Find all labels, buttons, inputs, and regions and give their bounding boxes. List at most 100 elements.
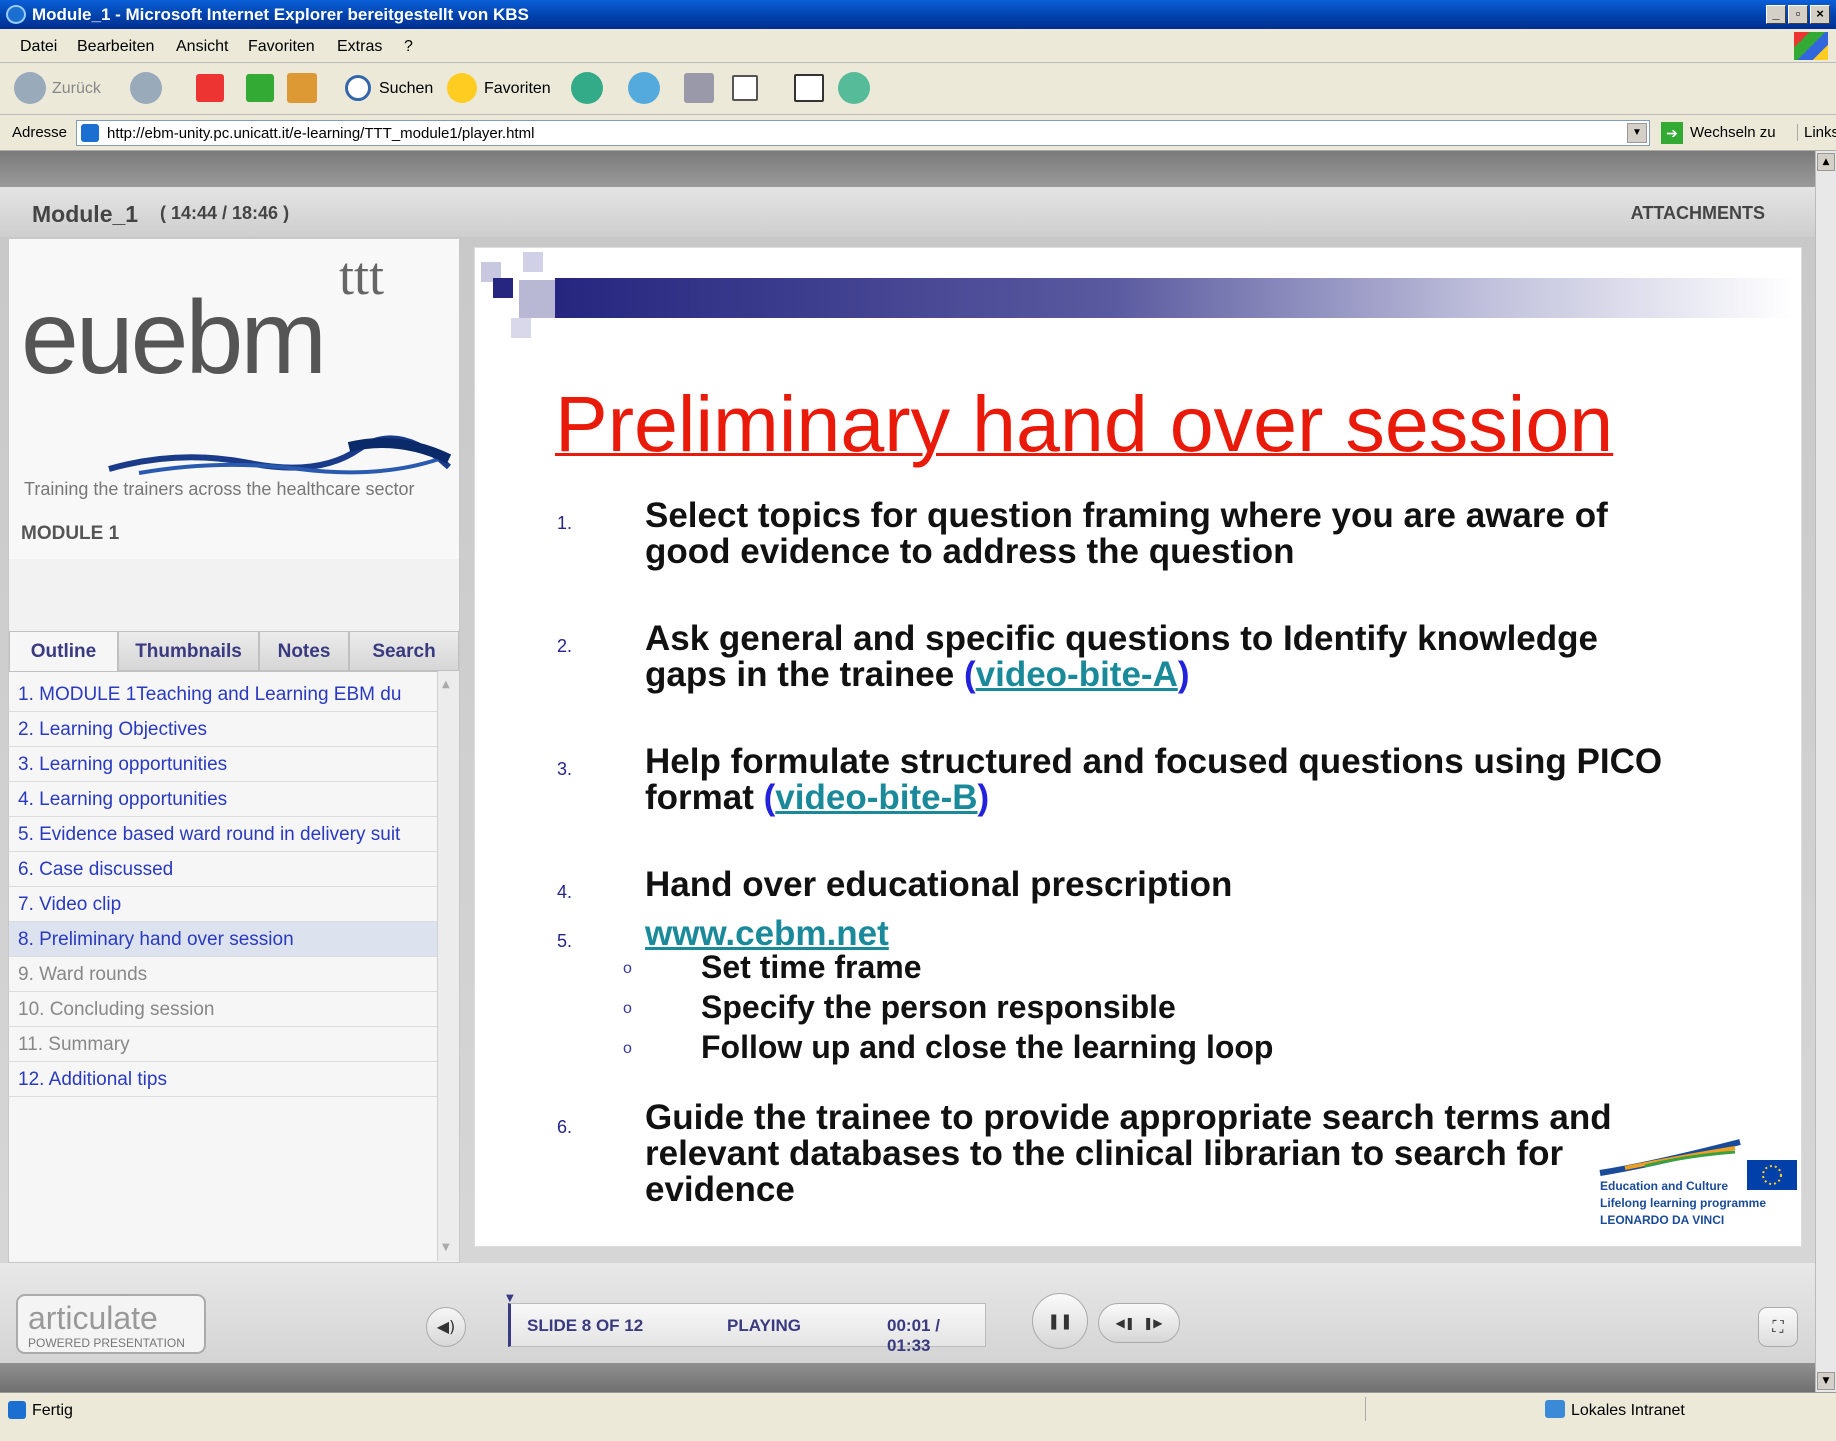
outline-scrollbar[interactable]: ▲ ▼ xyxy=(437,671,459,1261)
fullscreen-button[interactable]: ⛶ xyxy=(1758,1307,1798,1347)
browser-toolbar: Zurück Suchen Favoriten xyxy=(0,63,1836,115)
outline-item[interactable]: 7. Video clip xyxy=(9,887,437,922)
player-bottom-strip xyxy=(0,1363,1815,1392)
close-button[interactable]: × xyxy=(1810,5,1830,24)
forward-icon[interactable] xyxy=(130,72,162,104)
item-text: www.cebm.net xyxy=(645,916,889,952)
outline-item[interactable]: 4. Learning opportunities xyxy=(9,782,437,817)
volume-button[interactable]: ◀) xyxy=(426,1307,466,1347)
outline-item[interactable]: 2. Learning Objectives xyxy=(9,712,437,747)
page-scroll-up-icon[interactable]: ▲ xyxy=(1817,153,1835,171)
decor-square xyxy=(519,280,555,318)
outline-item[interactable]: 3. Learning opportunities xyxy=(9,747,437,782)
home-icon[interactable] xyxy=(287,73,317,103)
outline-item[interactable]: 10. Concluding session xyxy=(9,992,437,1027)
page-done-icon xyxy=(8,1401,26,1419)
window-title-bar: Module_1 - Microsoft Internet Explorer b… xyxy=(0,0,1836,29)
logo-sup: ttt xyxy=(339,246,385,306)
mail-icon[interactable] xyxy=(628,72,660,104)
cebm-link[interactable]: www.cebm.net xyxy=(645,914,889,953)
tab-thumbnails[interactable]: Thumbnails xyxy=(118,631,259,671)
intranet-icon xyxy=(1545,1400,1565,1418)
outline-item[interactable]: 9. Ward rounds xyxy=(9,957,437,992)
media-icon[interactable] xyxy=(571,72,603,104)
search-icon[interactable] xyxy=(345,75,371,101)
outline-item[interactable]: 5. Evidence based ward round in delivery… xyxy=(9,817,437,852)
outline-item[interactable]: 11. Summary xyxy=(9,1027,437,1062)
player-header: Module_1 ( 14:44 / 18:46 ) ATTACHMENTS xyxy=(0,187,1815,237)
slide-counter: SLIDE 8 OF 12 xyxy=(527,1316,644,1335)
back-label[interactable]: Zurück xyxy=(52,80,101,98)
prev-icon[interactable]: ◀❚ xyxy=(1116,1316,1135,1330)
menu-extras[interactable]: Extras xyxy=(337,38,382,56)
minimize-button[interactable]: _ xyxy=(1766,5,1786,24)
page-scroll-down-icon[interactable]: ▼ xyxy=(1817,1372,1835,1390)
page-scrollbar[interactable]: ▲ ▼ xyxy=(1815,151,1836,1392)
outline-item-current[interactable]: 8. Preliminary hand over session xyxy=(9,922,437,957)
sub-item: Set time frame xyxy=(701,949,922,985)
module-title: Module_1 xyxy=(32,201,139,227)
stop-icon[interactable] xyxy=(196,74,224,102)
item-number: 3. xyxy=(557,759,573,779)
articulate-logo[interactable]: articulate POWERED PRESENTATION xyxy=(16,1294,206,1354)
player-top-strip xyxy=(0,151,1815,187)
print-icon[interactable] xyxy=(684,73,714,103)
outline-item[interactable]: 1. MODULE 1Teaching and Learning EBM du xyxy=(9,677,437,712)
address-dropdown-icon[interactable]: ▼ xyxy=(1627,123,1647,143)
attachments-button[interactable]: ATTACHMENTS xyxy=(1631,203,1765,224)
address-bar: Adresse http://ebm-unity.pc.unicatt.it/e… xyxy=(0,115,1836,151)
go-button[interactable]: Wechseln zu xyxy=(1690,124,1776,141)
slide-canvas: Preliminary hand over session 1. Select … xyxy=(474,247,1802,1247)
tab-notes[interactable]: Notes xyxy=(259,631,349,671)
page-icon xyxy=(81,124,99,142)
slide-header-gradient xyxy=(555,278,1795,318)
item-text: Hand over educational prescription xyxy=(645,865,1233,904)
sidebar-tabs: Outline Thumbnails Notes Search xyxy=(9,631,459,671)
tab-outline[interactable]: Outline xyxy=(9,631,118,671)
menu-datei[interactable]: Datei xyxy=(20,38,57,56)
next-icon[interactable]: ❚▶ xyxy=(1143,1316,1162,1330)
address-url[interactable]: http://ebm-unity.pc.unicatt.it/e-learnin… xyxy=(107,125,534,142)
links-button[interactable]: Links xyxy=(1797,124,1836,141)
scroll-up-icon[interactable]: ▲ xyxy=(442,679,450,690)
module-label: MODULE 1 xyxy=(21,523,120,544)
maximize-button[interactable]: ▫ xyxy=(1788,5,1808,24)
expand-icon: ⛶ xyxy=(1772,1317,1784,1336)
discuss-icon[interactable] xyxy=(794,74,824,102)
logo-tagline: Training the trainers across the healthc… xyxy=(24,479,415,499)
menu-favoriten[interactable]: Favoriten xyxy=(248,38,315,56)
back-icon[interactable] xyxy=(14,72,46,104)
status-panels xyxy=(1365,1397,1535,1421)
go-arrow-icon[interactable]: ➔ xyxy=(1661,122,1683,144)
pause-button[interactable]: ❚❚ xyxy=(1032,1293,1088,1349)
slide-time: 00:01 / 01:33 xyxy=(887,1316,940,1355)
ie-icon xyxy=(6,5,26,24)
edit-icon[interactable] xyxy=(732,75,758,101)
favorites-label[interactable]: Favoriten xyxy=(484,80,551,98)
video-bite-a-link[interactable]: video-bite-A xyxy=(976,655,1178,694)
search-label[interactable]: Suchen xyxy=(379,80,433,98)
item-number: 5. xyxy=(557,931,573,951)
status-text: Fertig xyxy=(32,1402,73,1419)
decor-square xyxy=(511,318,531,338)
menu-ansicht[interactable]: Ansicht xyxy=(176,38,228,56)
speaker-icon: ◀) xyxy=(436,1317,456,1336)
refresh-icon[interactable] xyxy=(246,74,274,102)
sub-bullet: o xyxy=(623,960,632,977)
outline-item[interactable]: 6. Case discussed xyxy=(9,852,437,887)
messenger-icon[interactable] xyxy=(838,72,870,104)
outline-item[interactable]: 12. Additional tips xyxy=(9,1062,437,1097)
scroll-down-icon[interactable]: ▼ xyxy=(442,1242,450,1253)
status-bar: Fertig Lokales Intranet xyxy=(0,1392,1836,1441)
prev-next-buttons[interactable]: ◀❚ ❚▶ xyxy=(1098,1303,1180,1343)
play-state: PLAYING xyxy=(727,1316,802,1335)
address-input[interactable]: http://ebm-unity.pc.unicatt.it/e-learnin… xyxy=(76,120,1650,146)
menu-bearbeiten[interactable]: Bearbeiten xyxy=(77,38,154,56)
video-bite-b-link[interactable]: video-bite-B xyxy=(775,778,977,817)
logo-main: euebm xyxy=(21,280,327,396)
menu-help[interactable]: ? xyxy=(404,38,413,56)
module-time: ( 14:44 / 18:46 ) xyxy=(160,203,290,223)
item-number: 2. xyxy=(557,636,573,656)
tab-search[interactable]: Search xyxy=(349,631,459,671)
favorites-star-icon[interactable] xyxy=(447,73,477,103)
